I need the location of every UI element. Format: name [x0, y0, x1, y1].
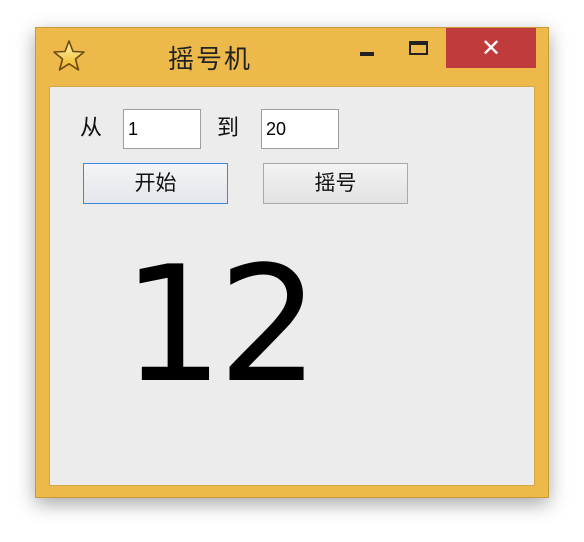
draw-button[interactable]: 摇号 — [263, 163, 408, 204]
from-label: 从 — [80, 116, 103, 141]
star-icon[interactable] — [52, 39, 86, 73]
maximize-button[interactable] — [404, 29, 434, 69]
to-input[interactable] — [261, 109, 339, 149]
close-button[interactable]: ✕ — [446, 28, 536, 68]
title-bar[interactable]: 摇号机 ✕ — [36, 28, 548, 85]
to-label: 到 — [217, 116, 240, 141]
minimize-icon — [360, 52, 374, 56]
close-icon: ✕ — [480, 34, 502, 62]
app-window: 摇号机 ✕ 从 到 开始 摇号 12 — [35, 27, 549, 498]
result-number: 12 — [122, 231, 320, 418]
client-area: 从 到 开始 摇号 12 — [49, 86, 535, 486]
start-button[interactable]: 开始 — [83, 163, 228, 204]
from-input[interactable] — [123, 109, 201, 149]
minimize-button[interactable] — [352, 29, 382, 69]
window-title: 摇号机 — [168, 45, 253, 75]
maximize-icon — [409, 41, 428, 55]
